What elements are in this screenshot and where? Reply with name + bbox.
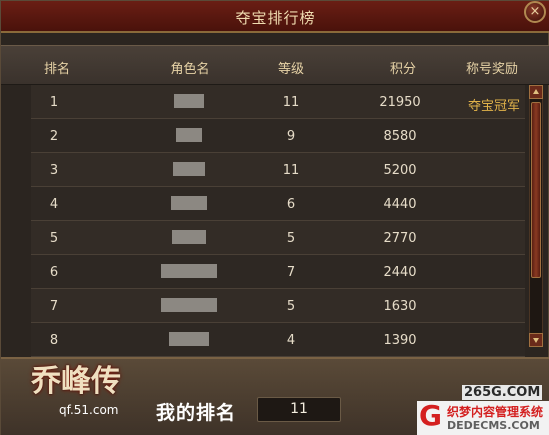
score-cell: 8580 <box>383 129 417 144</box>
watermark-site: 265G.COM <box>462 385 543 400</box>
my-rank-value: 11 <box>257 397 341 422</box>
table-header: 排名 角色名 等级 积分 称号奖励 <box>1 45 549 85</box>
level-cell: 5 <box>286 299 296 314</box>
score-cell: 1390 <box>383 333 417 348</box>
rank-cell: 2 <box>49 129 59 144</box>
level-cell: 6 <box>286 197 296 212</box>
header-score: 积分 <box>389 62 417 77</box>
table-row[interactable]: 2 9 8580 <box>31 119 525 153</box>
rank-cell: 1 <box>49 95 59 110</box>
close-icon: × <box>529 4 541 19</box>
watermark-en: DEDECMS.COM <box>447 419 540 432</box>
score-cell: 2770 <box>383 231 417 246</box>
rank-cell: 4 <box>49 197 59 212</box>
level-cell: 4 <box>286 333 296 348</box>
header-rank: 排名 <box>43 62 71 77</box>
ranking-list: 1 11 21950 夺宝冠军 2 9 8580 3 11 5200 4 6 4440 5 5 2770 6 7 2… <box>31 85 525 357</box>
score-cell: 1630 <box>383 299 417 314</box>
table-row[interactable]: 6 7 2440 <box>31 255 525 289</box>
window-title: 夺宝排行榜 <box>235 9 316 27</box>
name-cell-redacted <box>172 230 206 244</box>
name-cell-redacted <box>171 196 207 210</box>
table-row[interactable]: 1 11 21950 夺宝冠军 <box>31 85 525 119</box>
name-cell-redacted <box>174 94 204 108</box>
rank-cell: 8 <box>49 333 59 348</box>
header-reward: 称号奖励 <box>465 62 519 77</box>
name-cell-redacted <box>161 264 217 278</box>
watermark-cn: 织梦内容管理系统 <box>447 405 544 419</box>
my-rank-label: 我的排名 <box>156 402 237 424</box>
rank-cell: 3 <box>49 163 59 178</box>
score-cell: 4440 <box>383 197 417 212</box>
table-row[interactable]: 4 6 4440 <box>31 187 525 221</box>
scroll-down-arrow-icon[interactable] <box>529 333 543 347</box>
header-name: 角色名 <box>170 62 210 77</box>
header-level: 等级 <box>277 62 305 77</box>
scrollbar[interactable] <box>529 85 543 347</box>
scroll-up-arrow-icon[interactable] <box>529 85 543 99</box>
reward-cell: 夺宝冠军 <box>467 99 521 114</box>
rank-cell: 6 <box>49 265 59 280</box>
score-cell: 21950 <box>379 95 421 110</box>
level-cell: 5 <box>286 231 296 246</box>
rank-cell: 7 <box>49 299 59 314</box>
logo-title: 乔峰传 <box>31 364 121 399</box>
score-cell: 5200 <box>383 163 417 178</box>
level-cell: 7 <box>286 265 296 280</box>
level-cell: 11 <box>282 95 300 110</box>
name-cell-redacted <box>169 332 209 346</box>
ranking-window: 夺宝排行榜 × 排名 角色名 等级 积分 称号奖励 1 11 21950 夺宝冠军 2 9… <box>0 0 549 435</box>
scroll-thumb[interactable] <box>531 102 541 278</box>
rank-cell: 5 <box>49 231 59 246</box>
table-row[interactable]: 5 5 2770 <box>31 221 525 255</box>
table-row[interactable]: 3 11 5200 <box>31 153 525 187</box>
score-cell: 2440 <box>383 265 417 280</box>
watermark-logo-icon: G <box>419 399 442 432</box>
name-cell-redacted <box>173 162 205 176</box>
name-cell-redacted <box>176 128 202 142</box>
name-cell-redacted <box>161 298 217 312</box>
level-cell: 11 <box>282 163 300 178</box>
title-bar: 夺宝排行榜 × <box>1 1 549 33</box>
logo-url: qf.51.com <box>59 403 119 417</box>
level-cell: 9 <box>286 129 296 144</box>
close-button[interactable]: × <box>524 1 546 23</box>
table-row[interactable]: 7 5 1630 <box>31 289 525 323</box>
